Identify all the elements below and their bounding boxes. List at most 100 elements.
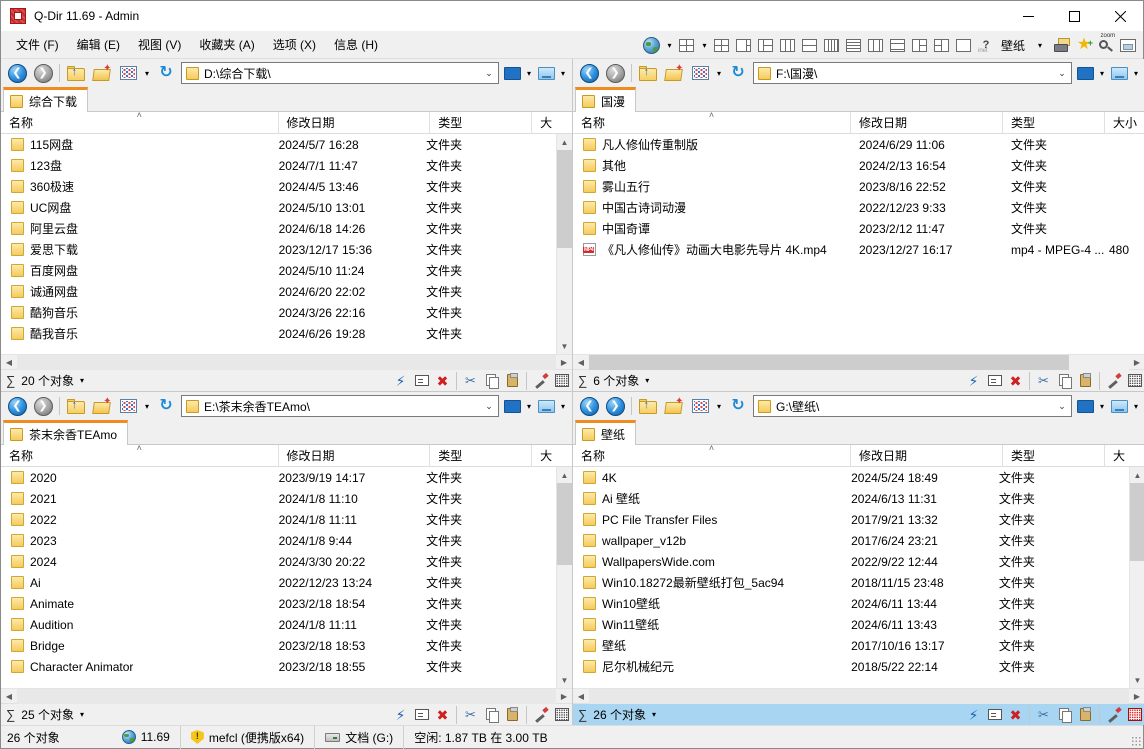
pane-4-count-caret-icon[interactable]: ▾	[652, 710, 656, 719]
view-mode-button[interactable]	[115, 61, 141, 85]
layout-preset-8-button[interactable]	[865, 33, 887, 57]
column-header-name[interactable]: 名称 ˄	[1, 112, 279, 134]
rename-button[interactable]	[411, 371, 432, 391]
refresh-button[interactable]: ↻	[153, 394, 179, 418]
pane-1-vertical-scrollbar[interactable]: ▲ ▼	[556, 134, 572, 354]
paste-button[interactable]	[502, 371, 523, 391]
table-row[interactable]: 20202023/9/19 14:17文件夹	[1, 467, 556, 488]
up-folder-button[interactable]: ↑	[63, 394, 89, 418]
layout-quad-button[interactable]	[676, 33, 698, 57]
table-row[interactable]: 123盘2024/7/1 11:47文件夹	[1, 155, 556, 176]
column-header-type[interactable]: 类型	[1003, 445, 1105, 467]
new-folder-button[interactable]: ✦	[89, 394, 115, 418]
table-row[interactable]: 爱思下载2023/12/17 15:36文件夹	[1, 239, 556, 260]
close-button[interactable]	[1097, 1, 1143, 31]
layout-preset-4-button[interactable]	[777, 33, 799, 57]
new-folder-button[interactable]: ✦	[661, 394, 687, 418]
cut-button[interactable]: ✂	[1033, 371, 1054, 391]
column-header-size[interactable]: 大小	[1105, 112, 1144, 134]
refresh-button[interactable]: ↻	[725, 394, 751, 418]
edit-pen-button[interactable]	[530, 705, 551, 725]
back-button[interactable]: ❮	[4, 394, 30, 418]
path-dropdown-caret-icon[interactable]: ⌄	[480, 401, 498, 412]
delete-button[interactable]: ✖	[432, 371, 453, 391]
up-folder-button[interactable]: ↑	[635, 61, 661, 85]
pane-3-horizontal-scrollbar[interactable]: ◀ ▶	[1, 688, 572, 703]
pane-2-file-list[interactable]: 凡人修仙传重制版2024/6/29 11:06文件夹 其他2024/2/13 1…	[573, 134, 1144, 354]
forward-button[interactable]: ❯	[30, 394, 56, 418]
edit-pen-button[interactable]	[1103, 705, 1124, 725]
rename-button[interactable]	[984, 705, 1005, 725]
table-row[interactable]: 20222024/1/8 11:11文件夹	[1, 509, 556, 530]
pane-1-file-list[interactable]: 115网盘2024/5/7 16:28文件夹 123盘2024/7/1 11:4…	[1, 134, 556, 354]
forward-button[interactable]: ❯	[602, 61, 628, 85]
quick-action-button[interactable]: ⚡	[963, 705, 984, 725]
layout-dropdown-caret-icon[interactable]: ▾	[698, 33, 711, 57]
table-row[interactable]: 雾山五行2023/8/16 22:52文件夹	[573, 176, 1144, 197]
favorite-folder-label[interactable]: 壁纸	[997, 37, 1029, 54]
column-header-name[interactable]: 名称 ˄	[573, 112, 851, 134]
layout-preset-2-button[interactable]	[733, 33, 755, 57]
column-header-date[interactable]: 修改日期	[851, 445, 1003, 467]
menu-options[interactable]: 选项 (X)	[264, 35, 325, 55]
screen-1-button[interactable]	[1074, 396, 1096, 416]
screen-1-button[interactable]	[501, 63, 523, 83]
print-icon[interactable]	[1051, 33, 1073, 57]
table-row[interactable]: Ai 壁纸2024/6/13 11:31文件夹	[573, 488, 1129, 509]
table-row[interactable]: 20232024/1/8 9:44文件夹	[1, 530, 556, 551]
menu-favorites[interactable]: 收藏夹 (A)	[190, 35, 263, 55]
layout-preset-5-button[interactable]	[799, 33, 821, 57]
pane-2-horizontal-scrollbar[interactable]: ◀ ▶	[573, 354, 1144, 369]
scroll-right-arrow-icon[interactable]: ▶	[556, 358, 572, 367]
zoom-search-icon[interactable]: zoom	[1095, 33, 1117, 57]
table-row[interactable]: 凡人修仙传重制版2024/6/29 11:06文件夹	[573, 134, 1144, 155]
scroll-down-arrow-icon[interactable]: ▼	[557, 672, 572, 688]
scroll-up-arrow-icon[interactable]: ▲	[1130, 467, 1144, 483]
pane-4-file-list[interactable]: 4K2024/5/24 18:49文件夹 Ai 壁纸2024/6/13 11:3…	[573, 467, 1129, 688]
copy-button[interactable]	[1054, 371, 1075, 391]
pane-3-tab[interactable]: 茶末余香TEAmo	[3, 420, 128, 445]
column-header-size[interactable]: 大	[1105, 445, 1144, 467]
browser-dropdown-caret-icon[interactable]: ▾	[663, 33, 676, 57]
delete-button[interactable]: ✖	[432, 705, 453, 725]
path-dropdown-caret-icon[interactable]: ⌄	[480, 68, 498, 79]
pane-4-tab[interactable]: 壁纸	[575, 420, 636, 445]
inet-icon[interactable]: ?inet	[975, 33, 997, 57]
column-header-date[interactable]: 修改日期	[279, 445, 431, 467]
copy-button[interactable]	[481, 371, 502, 391]
layout-preset-7-button[interactable]	[843, 33, 865, 57]
screen-2-button[interactable]	[535, 396, 557, 416]
quick-action-button[interactable]: ⚡	[390, 705, 411, 725]
screen-2-button[interactable]	[1108, 63, 1130, 83]
refresh-button[interactable]: ↻	[153, 61, 179, 85]
column-header-type[interactable]: 类型	[1003, 112, 1105, 134]
table-row[interactable]: Ai2022/12/23 13:24文件夹	[1, 572, 556, 593]
pane-3-file-list[interactable]: 20202023/9/19 14:17文件夹 20212024/1/8 11:1…	[1, 467, 556, 688]
path-dropdown-caret-icon[interactable]: ⌄	[1053, 401, 1071, 412]
browser-globe-icon[interactable]	[641, 33, 663, 57]
view-mode-button[interactable]	[687, 61, 713, 85]
screen-2-caret-icon[interactable]: ▾	[1130, 69, 1142, 78]
paste-button[interactable]	[1075, 705, 1096, 725]
column-header-size[interactable]: 大	[532, 445, 572, 467]
scroll-left-arrow-icon[interactable]: ◀	[1, 358, 17, 367]
menu-info[interactable]: 信息 (H)	[325, 35, 387, 55]
screen-1-button[interactable]	[501, 396, 523, 416]
status-drive-segment[interactable]: 文档 (G:)	[314, 726, 403, 749]
quick-action-button[interactable]: ⚡	[390, 371, 411, 391]
pane-3-path-input[interactable]: E:\茶末余香TEAmo\ ⌄	[181, 395, 499, 417]
screen-2-button[interactable]	[535, 63, 557, 83]
screen-2-caret-icon[interactable]: ▾	[557, 69, 569, 78]
table-row[interactable]: Animate2023/2/18 18:54文件夹	[1, 593, 556, 614]
screen-1-caret-icon[interactable]: ▾	[523, 69, 535, 78]
cut-button[interactable]: ✂	[460, 371, 481, 391]
pane-1-path-input[interactable]: D:\综合下载\ ⌄	[181, 62, 499, 84]
table-row[interactable]: UC网盘2024/5/10 13:01文件夹	[1, 197, 556, 218]
up-folder-button[interactable]: ↑	[635, 394, 661, 418]
table-row[interactable]: 酷狗音乐2024/3/26 22:16文件夹	[1, 302, 556, 323]
view-mode-caret-icon[interactable]: ▾	[141, 69, 153, 78]
layout-preset-single-button[interactable]	[953, 33, 975, 57]
delete-button[interactable]: ✖	[1005, 705, 1026, 725]
grid-toggle-button[interactable]	[1124, 705, 1144, 725]
column-header-date[interactable]: 修改日期	[279, 112, 431, 134]
